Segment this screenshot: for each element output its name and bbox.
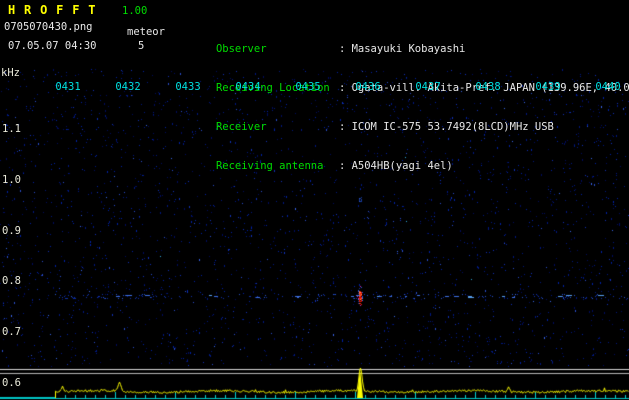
time-tick-label: 0438 [475, 81, 501, 93]
time-tick-label: 0436 [355, 81, 381, 93]
time-tick-label: 0440 [595, 81, 621, 93]
time-tick-label: 0434 [235, 81, 261, 93]
freq-tick-label: 1.1 [2, 123, 21, 135]
info-label: Receiving antenna [215, 160, 324, 172]
app-title: H R O F F T [8, 3, 97, 17]
freq-tick-label: 0.9 [2, 225, 21, 237]
time-tick-label: 0439 [535, 81, 561, 93]
output-filename: 0705070430.png [4, 21, 93, 33]
station-info: Observer: Masayuki Kobayashi Receiving L… [178, 4, 629, 186]
hrofft-window: H R O F F T 1.00 0705070430.png meteor 0… [0, 0, 629, 400]
freq-tick-label: 0.6 [2, 377, 21, 389]
freq-tick-label: 0.7 [2, 326, 21, 338]
freq-tick-label: 1.0 [2, 174, 21, 186]
datetime-label: 07.05.07 04:30 [8, 40, 97, 52]
time-tick-label: 0437 [415, 81, 441, 93]
info-label: Observer [215, 43, 267, 55]
info-row-antenna: Receiving antenna : A504HB(yagi 4el) [178, 147, 629, 172]
freq-unit-label: kHz [1, 67, 20, 79]
info-value: : Masayuki Kobayashi [338, 43, 466, 55]
info-value: : A504HB(yagi 4el) [338, 160, 453, 172]
time-tick-label: 0435 [295, 81, 321, 93]
info-label: Receiver [215, 121, 267, 133]
freq-tick-label: 0.8 [2, 275, 21, 287]
info-row-observer: Observer : Masayuki Kobayashi [178, 30, 629, 55]
time-tick-label: 0433 [175, 81, 201, 93]
meteor-count: 5 [138, 40, 145, 52]
info-row-receiver: Receiver : ICOM IC-575 53.7492(8LCD)MHz U… [178, 108, 629, 133]
info-value: : ICOM IC-575 53.7492(8LCD)MHz USB [338, 121, 554, 133]
mode-label: meteor [127, 26, 165, 38]
time-tick-label: 0432 [115, 81, 141, 93]
time-tick-label: 0431 [55, 81, 81, 93]
app-version: 1.00 [122, 5, 148, 17]
